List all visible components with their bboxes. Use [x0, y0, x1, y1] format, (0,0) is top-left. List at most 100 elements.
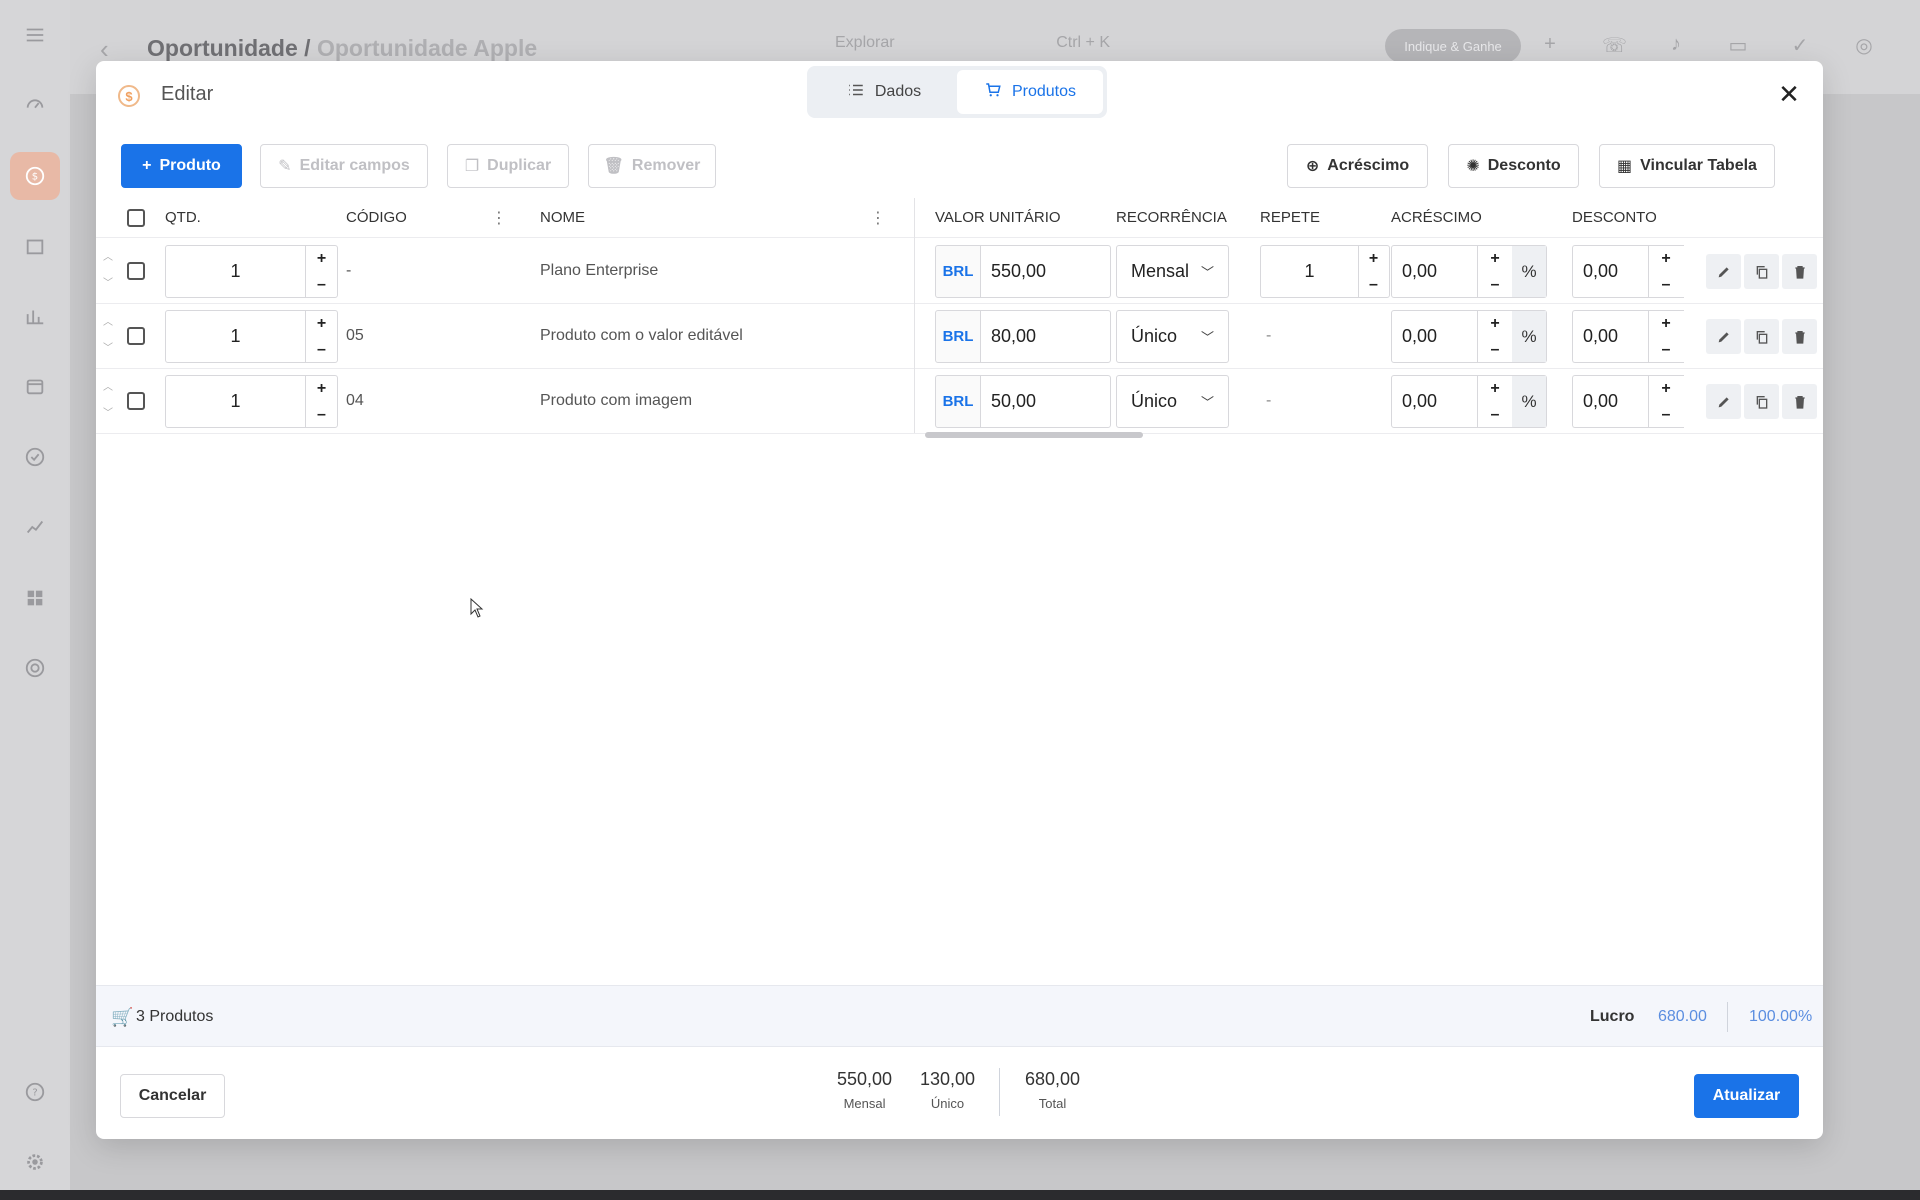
qty-stepper[interactable]: 1 + – [165, 245, 338, 298]
recurrence-select[interactable]: Único ﹀ [1116, 375, 1229, 428]
surcharge-input-group[interactable]: 0,00 + – % [1391, 245, 1547, 298]
calendar-icon[interactable] [23, 374, 47, 398]
row-checkbox[interactable] [127, 327, 145, 345]
discount-minus-button[interactable]: – [1648, 402, 1684, 427]
reorder-handle-icon[interactable]: ︿ ﹀ [101, 375, 115, 427]
settings-icon[interactable] [23, 1150, 47, 1174]
recurrence-select[interactable]: Mensal ﹀ [1116, 245, 1229, 298]
user-icon[interactable]: ◎ [1852, 33, 1876, 57]
select-all-checkbox[interactable] [127, 209, 145, 227]
discount-value[interactable]: 0,00 [1573, 246, 1649, 297]
check-circle-icon[interactable] [23, 445, 47, 469]
row-checkbox[interactable] [127, 392, 145, 410]
discount-plus-button[interactable]: + [1648, 311, 1684, 336]
qty-value[interactable]: 1 [166, 376, 306, 427]
help-icon[interactable]: ? [23, 1080, 47, 1104]
col-name-menu-icon[interactable]: ⋮ [870, 208, 886, 228]
discount-value[interactable]: 0,00 [1573, 376, 1649, 427]
repeat-stepper[interactable]: 1 + – [1260, 245, 1390, 298]
dashboard-icon[interactable] [23, 92, 47, 116]
edit-row-button[interactable] [1706, 384, 1741, 419]
menu-icon[interactable] [23, 23, 47, 47]
discount-button[interactable]: ✺ Desconto [1448, 144, 1579, 188]
qty-plus-button[interactable]: + [306, 376, 337, 401]
surcharge-input-group[interactable]: 0,00 + – % [1391, 375, 1547, 428]
discount-input-group[interactable]: 0,00 + – [1572, 245, 1684, 298]
remove-button[interactable]: 🗑 Remover [588, 144, 716, 188]
grid-icon[interactable] [23, 586, 47, 610]
qty-minus-button[interactable]: – [306, 402, 337, 427]
add-product-button[interactable]: + Produto [121, 144, 242, 188]
update-button[interactable]: Atualizar [1694, 1074, 1799, 1118]
edit-fields-button[interactable]: ✎ Editar campos [260, 144, 428, 188]
edit-row-button[interactable] [1706, 254, 1741, 289]
price-input[interactable]: 550,00 [980, 245, 1111, 298]
tab-produtos[interactable]: Produtos [957, 70, 1103, 114]
discount-value[interactable]: 0,00 [1573, 311, 1649, 362]
surcharge-value[interactable]: 0,00 [1392, 246, 1478, 297]
edit-row-button[interactable] [1706, 319, 1741, 354]
repeat-value[interactable]: 1 [1261, 246, 1359, 297]
surcharge-minus-button[interactable]: – [1477, 272, 1513, 297]
duplicate-button[interactable]: ❐ Duplicar [447, 144, 569, 188]
repeat-minus-button[interactable]: – [1358, 272, 1389, 297]
tab-dados[interactable]: Dados [811, 70, 957, 114]
surcharge-plus-button[interactable]: + [1477, 311, 1513, 336]
qty-minus-button[interactable]: – [306, 337, 337, 362]
bell-icon[interactable]: ♪ [1664, 33, 1688, 57]
surcharge-unit[interactable]: % [1512, 376, 1546, 427]
trend-icon[interactable] [23, 515, 47, 539]
horizontal-scrollbar[interactable] [925, 432, 1143, 438]
link-table-button[interactable]: ▦ Vincular Tabela [1599, 144, 1775, 188]
col-code-menu-icon[interactable]: ⋮ [491, 208, 507, 228]
qty-stepper[interactable]: 1 + – [165, 375, 338, 428]
surcharge-unit[interactable]: % [1512, 246, 1546, 297]
delete-row-button[interactable] [1782, 254, 1817, 289]
explore-search[interactable]: Explorar Ctrl + K [835, 34, 1110, 58]
discount-plus-button[interactable]: + [1648, 246, 1684, 271]
discount-minus-button[interactable]: – [1648, 272, 1684, 297]
copy-row-button[interactable] [1744, 384, 1779, 419]
surcharge-unit[interactable]: % [1512, 311, 1546, 362]
cancel-button[interactable]: Cancelar [120, 1074, 225, 1118]
qty-stepper[interactable]: 1 + – [165, 310, 338, 363]
discount-plus-button[interactable]: + [1648, 376, 1684, 401]
surcharge-input-group[interactable]: 0,00 + – % [1391, 310, 1547, 363]
plus-icon[interactable]: + [1538, 33, 1562, 57]
surcharge-plus-button[interactable]: + [1477, 246, 1513, 271]
copy-row-button[interactable] [1744, 254, 1779, 289]
chart-icon[interactable] [23, 304, 47, 328]
qty-value[interactable]: 1 [166, 311, 306, 362]
surcharge-button[interactable]: ⊕ Acréscimo [1287, 144, 1428, 188]
surcharge-value[interactable]: 0,00 [1392, 311, 1478, 362]
surcharge-minus-button[interactable]: – [1477, 337, 1513, 362]
reorder-handle-icon[interactable]: ︿ ﹀ [101, 245, 115, 297]
row-checkbox[interactable] [127, 262, 145, 280]
dollar-icon[interactable]: $ [23, 164, 47, 188]
delete-row-button[interactable] [1782, 319, 1817, 354]
qty-plus-button[interactable]: + [306, 246, 337, 271]
recurrence-select[interactable]: Único ﹀ [1116, 310, 1229, 363]
indique-button[interactable]: Indique & Ganhe [1385, 29, 1521, 63]
repeat-plus-button[interactable]: + [1358, 246, 1389, 271]
price-input[interactable]: 50,00 [980, 375, 1111, 428]
discount-input-group[interactable]: 0,00 + – [1572, 375, 1684, 428]
price-input[interactable]: 80,00 [980, 310, 1111, 363]
copy-row-button[interactable] [1744, 319, 1779, 354]
building-icon[interactable] [23, 234, 47, 258]
surcharge-minus-button[interactable]: – [1477, 402, 1513, 427]
check-icon[interactable]: ✓ [1788, 33, 1812, 57]
discount-input-group[interactable]: 0,00 + – [1572, 310, 1684, 363]
target-icon[interactable] [23, 656, 47, 680]
phone-icon[interactable]: ☏ [1602, 33, 1627, 57]
surcharge-value[interactable]: 0,00 [1392, 376, 1478, 427]
discount-minus-button[interactable]: – [1648, 337, 1684, 362]
reorder-handle-icon[interactable]: ︿ ﹀ [101, 310, 115, 362]
surcharge-plus-button[interactable]: + [1477, 376, 1513, 401]
qty-plus-button[interactable]: + [306, 311, 337, 336]
close-icon[interactable]: ✕ [1777, 81, 1801, 107]
qty-value[interactable]: 1 [166, 246, 306, 297]
qty-minus-button[interactable]: – [306, 272, 337, 297]
inbox-icon[interactable]: ▭ [1726, 33, 1750, 57]
delete-row-button[interactable] [1782, 384, 1817, 419]
